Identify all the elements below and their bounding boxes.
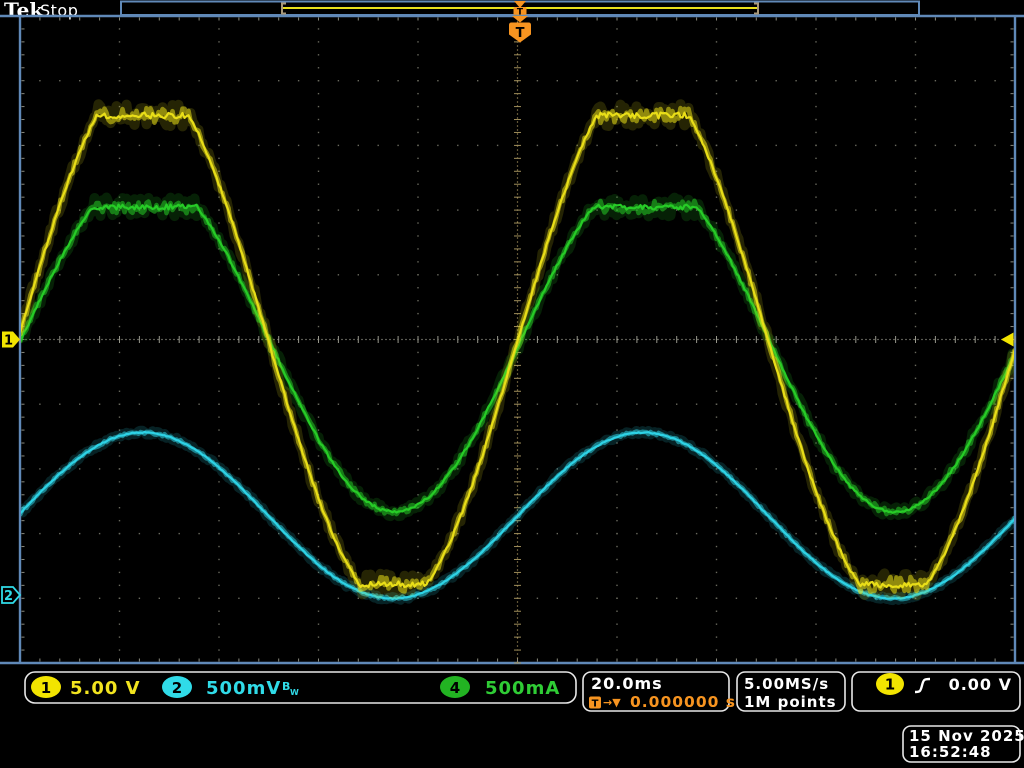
sample-rate-readout: 5.00MS/s [744,675,829,693]
ch2-scale-readout: 500mV [206,678,281,699]
delay-trigger-label: T [592,699,599,710]
trigger-level-readout: 0.00 V [949,675,1012,694]
ch2-badge-label: 2 [172,679,182,697]
ch4-scale-readout: 500mA [485,678,560,699]
trigger-position-label: T [516,26,525,41]
ch4-badge-label: 4 [450,679,460,697]
datetime-box: 15 Nov 2025 16:52:48 [903,726,1024,762]
trigger-readout-box: 1 0.00 V [852,672,1020,711]
time-readout: 16:52:48 [909,743,992,761]
ch1-badge-label: 1 [41,679,51,697]
bandwidth-limit-icon-sub: W [290,688,299,697]
ch2-marker-label: 2 [4,589,13,604]
tek-logo: Tek [4,0,44,22]
delay-arrow-icon: →▼ [603,696,621,709]
oscilloscope-screen: Tek Stop T T 1 2 1 5.00 V 2 500mV B [0,0,1024,768]
delay-readout: 0.000000 s [630,693,736,711]
channel-readout-box: 1 5.00 V 2 500mV B W 4 500mA [25,672,576,703]
ch1-scale-readout: 5.00 V [70,678,141,699]
record-length-readout: 1M points [744,693,837,711]
ch1-marker-label: 1 [4,334,13,349]
acquisition-readout-box: 5.00MS/s 1M points [737,672,845,711]
trigger-source-label: 1 [885,676,895,694]
horizontal-readout-box: 20.0ms T →▼ 0.000000 s [583,672,736,711]
timebase-readout: 20.0ms [591,674,663,693]
